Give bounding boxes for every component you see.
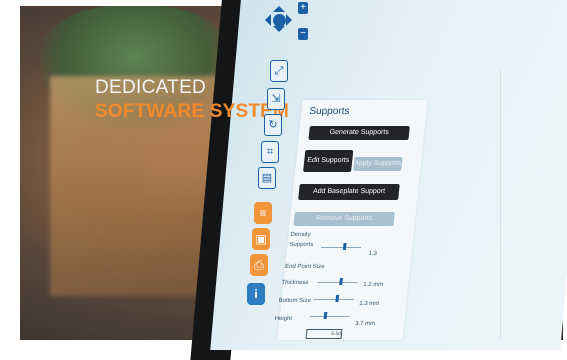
print-icon[interactable]: ⎙ [250, 254, 268, 276]
height-slider-track [309, 316, 350, 317]
rotate-tool-icon[interactable]: ↻ [264, 114, 282, 136]
height-slider[interactable] [323, 312, 328, 319]
pan-down-icon[interactable] [273, 26, 285, 38]
generate-supports-button[interactable]: Generate Supports [308, 126, 410, 140]
eye-icon[interactable] [273, 14, 286, 27]
viewport-grid-line [500, 70, 501, 340]
thickness-slider-track [317, 282, 358, 283]
bottom-size-label: Bottom Size [278, 298, 312, 304]
move-tool-icon[interactable]: ⤢ [270, 60, 288, 82]
apply-supports-button[interactable]: Apply Supports [353, 157, 403, 171]
height-label: Height [274, 316, 293, 322]
density-slider[interactable] [342, 243, 347, 250]
supports-panel: Supports Generate Supports Edit Supports… [274, 100, 428, 340]
height-value: 3.7 mm [354, 321, 376, 327]
zoom-controls: + − [298, 2, 308, 42]
bottom-slider-track [313, 299, 354, 300]
scale-tool-icon[interactable]: ⇲ [267, 88, 285, 110]
slice-icon[interactable]: ≡ [254, 202, 272, 224]
edit-supports-button[interactable]: Edit Supports [303, 150, 354, 172]
zoom-out-button[interactable]: − [298, 28, 308, 40]
panel-title: Supports [308, 106, 351, 117]
height-input[interactable]: 6.50 [305, 329, 343, 339]
thickness-value: 1.2 mm [362, 282, 384, 288]
save-icon[interactable]: ▣ [252, 228, 270, 250]
pan-left-icon[interactable] [259, 14, 271, 26]
thickness-label: Thickness [281, 280, 309, 286]
bottom-size-slider[interactable] [335, 295, 340, 302]
bottom-size-value: 1.3 mm [358, 301, 380, 307]
info-button[interactable]: i [247, 283, 265, 305]
density-slider-track [321, 247, 362, 248]
remove-supports-button[interactable]: Remove Supports [293, 212, 395, 226]
pan-right-icon[interactable] [286, 14, 298, 26]
view-dpad[interactable] [262, 4, 296, 38]
end-point-size-label: End Point Size [284, 264, 325, 270]
density-label: Density [290, 232, 311, 238]
supports-tool-icon[interactable]: ⌗ [261, 141, 279, 163]
pan-up-icon[interactable] [273, 0, 285, 12]
thickness-slider[interactable] [339, 278, 343, 285]
layer-tool-icon[interactable]: ▤ [258, 167, 276, 189]
density-value: 1.3 [368, 251, 378, 257]
add-baseplate-support-button[interactable]: Add Baseplate Support [298, 184, 400, 200]
zoom-in-button[interactable]: + [298, 2, 308, 14]
supports-label: Supports [289, 242, 314, 248]
